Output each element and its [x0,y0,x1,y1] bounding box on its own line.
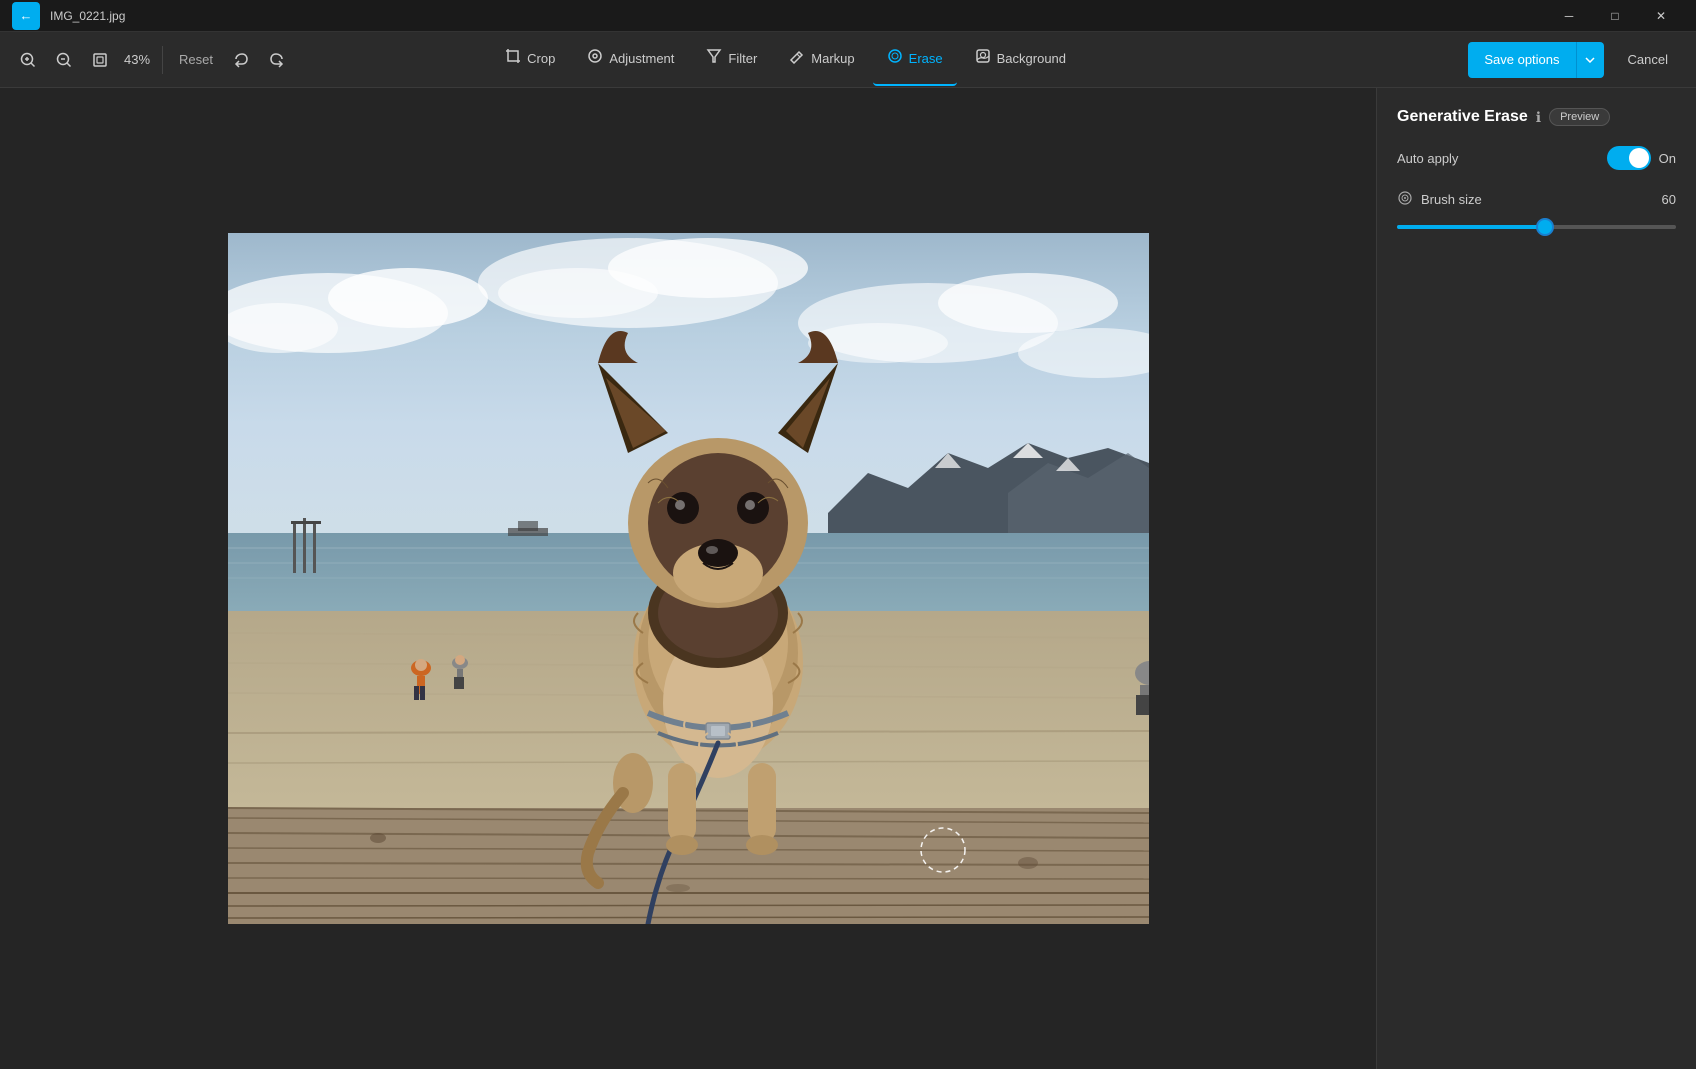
auto-apply-toggle[interactable] [1607,146,1651,170]
nav-erase[interactable]: Erase [873,34,957,86]
auto-apply-toggle-container[interactable]: On [1607,146,1676,170]
zoom-in-button[interactable] [12,44,44,76]
zoom-out-icon [56,52,72,68]
back-icon: ← [20,8,33,23]
background-icon [975,48,991,69]
right-panel: Generative Erase ℹ Preview Auto apply On [1376,88,1696,1069]
toolbar-divider [162,46,163,74]
nav-adjustment-label: Adjustment [609,51,674,66]
slider-track [1397,225,1676,229]
fit-icon [92,52,108,68]
toggle-on-label: On [1659,151,1676,166]
redo-icon [269,52,285,68]
brush-size-value: 60 [1662,192,1676,207]
main-image [228,233,1149,924]
slider-fill [1397,225,1545,229]
info-icon[interactable]: ℹ [1536,109,1541,126]
adjustment-icon [587,48,603,69]
fit-to-window-button[interactable] [84,44,116,76]
close-button[interactable]: ✕ [1638,0,1684,32]
nav-markup-label: Markup [811,51,854,66]
window-controls: ─ □ ✕ [1546,0,1684,32]
brush-size-row: Brush size 60 [1397,190,1676,209]
markup-icon [789,48,805,69]
main-toolbar: 43% Reset Crop Adjustment [0,32,1696,88]
minimize-button[interactable]: ─ [1546,0,1592,32]
save-options-group: Save options [1468,42,1603,78]
slider-thumb[interactable] [1536,218,1554,236]
nav-background-label: Background [997,51,1066,66]
nav-adjustment[interactable]: Adjustment [573,34,688,86]
toolbar-left-group: 43% Reset [12,44,293,76]
reset-button[interactable]: Reset [171,48,221,71]
undo-button[interactable] [225,44,257,76]
cancel-button[interactable]: Cancel [1612,42,1684,78]
chevron-down-icon [1585,57,1595,63]
title-bar: ← IMG_0221.jpg ─ □ ✕ [0,0,1696,32]
nav-markup[interactable]: Markup [775,34,868,86]
crop-icon [505,48,521,69]
filter-icon [706,48,722,69]
window-title: IMG_0221.jpg [50,9,125,23]
nav-filter[interactable]: Filter [692,34,771,86]
panel-title: Generative Erase [1397,108,1528,126]
image-container[interactable] [228,233,1149,924]
brush-size-icon [1397,190,1413,209]
back-button[interactable]: ← [12,2,40,30]
canvas-area[interactable] [0,88,1376,1069]
nav-erase-label: Erase [909,51,943,66]
preview-badge: Preview [1549,108,1610,126]
zoom-in-icon [20,52,36,68]
redo-button[interactable] [261,44,293,76]
brush-size-slider[interactable] [1397,221,1676,233]
auto-apply-row: Auto apply On [1397,146,1676,170]
undo-icon [233,52,249,68]
save-options-dropdown-button[interactable] [1576,42,1604,78]
main-content: Generative Erase ℹ Preview Auto apply On [0,88,1696,1069]
nav-crop-label: Crop [527,51,555,66]
maximize-button[interactable]: □ [1592,0,1638,32]
auto-apply-label: Auto apply [1397,151,1458,166]
tool-navigation: Crop Adjustment Filter Markup Erase [491,34,1080,86]
save-options-button[interactable]: Save options [1468,42,1575,78]
toggle-knob [1629,148,1649,168]
erase-icon [887,48,903,69]
nav-background[interactable]: Background [961,34,1080,86]
toolbar-right-group: Save options Cancel [1468,42,1684,78]
brush-size-label: Brush size [1421,192,1662,207]
panel-header: Generative Erase ℹ Preview [1397,108,1676,126]
zoom-level: 43% [120,52,154,67]
nav-filter-label: Filter [728,51,757,66]
nav-crop[interactable]: Crop [491,34,569,86]
zoom-out-button[interactable] [48,44,80,76]
